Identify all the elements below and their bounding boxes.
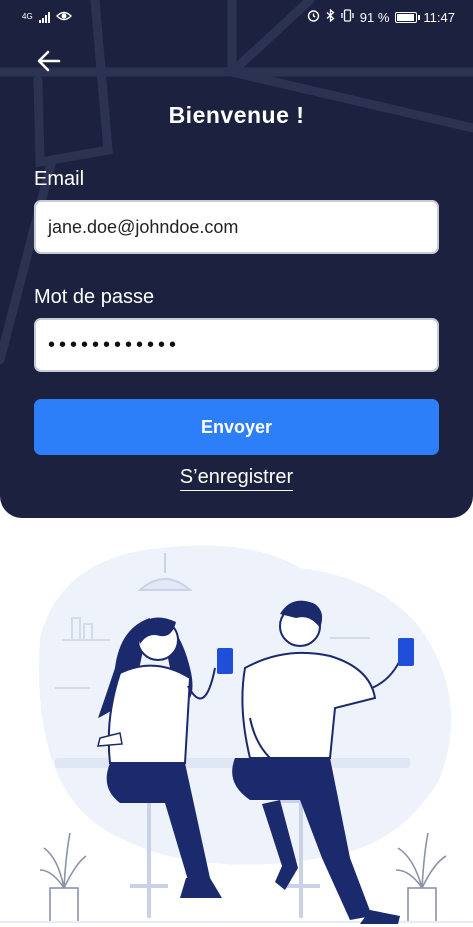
password-field[interactable]: •••••••••••• xyxy=(34,318,439,372)
password-value: •••••••••••• xyxy=(48,333,181,356)
login-panel: 4G 91 % 11:47 Bienvenue ! Email jane.doe… xyxy=(0,0,473,518)
register-link-container: S’enregistrer xyxy=(0,466,473,491)
status-bar: 4G 91 % 11:47 xyxy=(0,0,473,34)
alarm-icon xyxy=(307,9,320,25)
email-value: jane.doe@johndoe.com xyxy=(48,216,239,237)
network-type: 4G xyxy=(22,12,33,21)
submit-button[interactable]: Envoyer xyxy=(34,399,439,455)
back-button[interactable] xyxy=(34,46,64,76)
email-field[interactable]: jane.doe@johndoe.com xyxy=(34,200,439,254)
email-label: Email xyxy=(34,168,85,190)
clock: 11:47 xyxy=(423,9,455,25)
cup-left xyxy=(217,648,233,674)
password-label: Mot de passe xyxy=(34,286,155,308)
potted-plant-left xyxy=(39,832,87,923)
potted-plant-right xyxy=(395,832,447,923)
vibrate-icon xyxy=(341,9,354,25)
register-link[interactable]: S’enregistrer xyxy=(179,466,294,491)
signal-icon xyxy=(38,11,50,23)
bar-counter xyxy=(55,758,410,768)
battery-icon xyxy=(395,11,421,23)
cup-right xyxy=(398,638,414,666)
bluetooth-icon xyxy=(326,8,335,25)
battery-percent: 91 % xyxy=(359,9,390,25)
back-arrow-icon xyxy=(37,50,61,72)
illustration-two-people-drinking xyxy=(0,545,473,924)
page-title: Bienvenue ! xyxy=(168,102,305,128)
visibility-icon xyxy=(55,10,72,25)
